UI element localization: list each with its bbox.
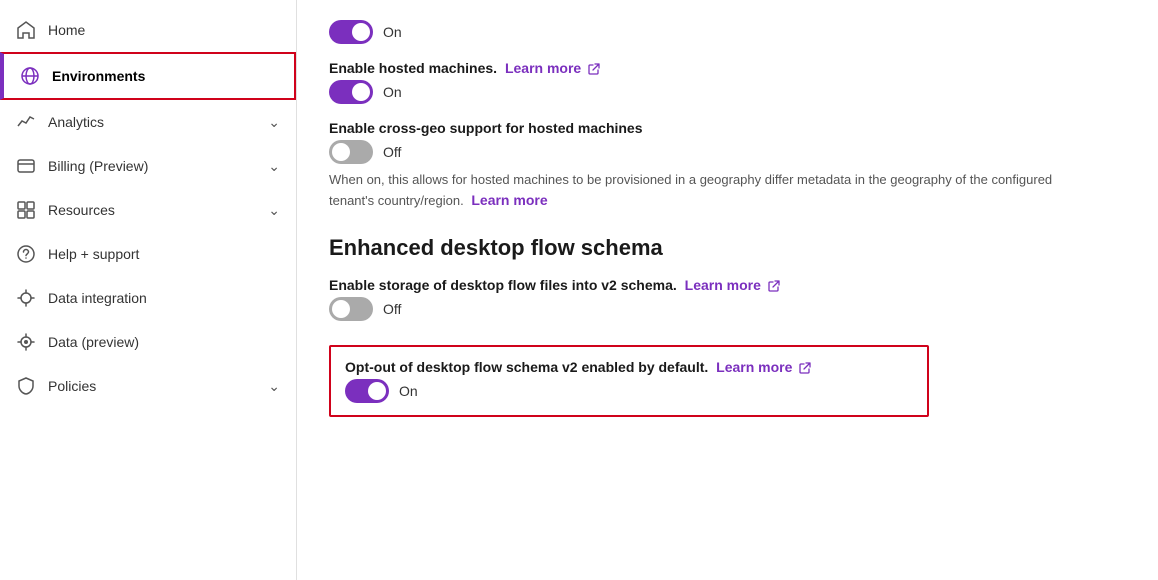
enhanced-schema-section: Enhanced desktop flow schema Enable stor… <box>329 235 1126 418</box>
analytics-chevron-icon: ⌄ <box>268 114 280 131</box>
hosted-machines-toggle-label: On <box>383 84 402 100</box>
billing-chevron-icon: ⌄ <box>268 158 280 175</box>
opt-out-learn-more[interactable]: Learn more <box>716 359 792 375</box>
opt-out-toggle-label: On <box>399 383 418 399</box>
sidebar-item-policies[interactable]: Policies ⌄ <box>0 364 296 408</box>
sidebar-item-environments-label: Environments <box>52 68 278 84</box>
sidebar-item-data-integration[interactable]: Data integration <box>0 276 296 320</box>
sidebar-item-environments[interactable]: Environments <box>0 52 296 100</box>
sidebar-item-analytics[interactable]: Analytics ⌄ <box>0 100 296 144</box>
sidebar: Home Environments Analytics ⌄ Billing <box>0 0 297 580</box>
top-toggle-row: On <box>329 20 1126 44</box>
chart-icon <box>16 112 36 132</box>
storage-setting-label-row: Enable storage of desktop flow files int… <box>329 277 1126 293</box>
cross-geo-learn-more[interactable]: Learn more <box>471 192 547 208</box>
storage-learn-more[interactable]: Learn more <box>685 277 761 293</box>
sidebar-item-billing-label: Billing (Preview) <box>48 158 268 174</box>
data-preview-icon <box>16 332 36 352</box>
hosted-machines-toggle-row: On <box>329 80 1126 104</box>
cross-geo-description: When on, this allows for hosted machines… <box>329 170 1089 211</box>
storage-setting-row: Enable storage of desktop flow files int… <box>329 277 1126 321</box>
storage-setting-label: Enable storage of desktop flow files int… <box>329 277 677 293</box>
billing-icon <box>16 156 36 176</box>
cross-geo-knob <box>332 143 350 161</box>
resources-chevron-icon: ⌄ <box>268 202 280 219</box>
storage-knob <box>332 300 350 318</box>
opt-out-toggle-row: On <box>345 379 913 403</box>
sidebar-item-resources[interactable]: Resources ⌄ <box>0 188 296 232</box>
cross-geo-toggle-label: Off <box>383 144 401 160</box>
cross-geo-toggle-row: Off <box>329 140 1126 164</box>
storage-external-icon <box>768 279 782 293</box>
opt-out-highlighted-section: Opt-out of desktop flow schema v2 enable… <box>329 345 929 417</box>
storage-toggle-row: Off <box>329 297 1126 321</box>
globe-icon <box>20 66 40 86</box>
hosted-machines-learn-more[interactable]: Learn more <box>505 60 581 76</box>
opt-out-toggle[interactable] <box>345 379 389 403</box>
cross-geo-toggle[interactable] <box>329 140 373 164</box>
sidebar-item-policies-label: Policies <box>48 378 268 394</box>
sidebar-item-help-label: Help + support <box>48 246 280 262</box>
cross-geo-label: Enable cross-geo support for hosted mach… <box>329 120 643 136</box>
sidebar-item-help[interactable]: Help + support <box>0 232 296 276</box>
help-icon <box>16 244 36 264</box>
hosted-machines-external-icon <box>588 62 602 76</box>
resources-icon <box>16 200 36 220</box>
sidebar-item-billing[interactable]: Billing (Preview) ⌄ <box>0 144 296 188</box>
opt-out-knob <box>368 382 386 400</box>
cross-geo-label-row: Enable cross-geo support for hosted mach… <box>329 120 1126 136</box>
hosted-machines-label-row: Enable hosted machines. Learn more <box>329 60 1126 76</box>
sidebar-item-resources-label: Resources <box>48 202 268 218</box>
policies-icon <box>16 376 36 396</box>
top-toggle-label: On <box>383 24 402 40</box>
data-integration-icon <box>16 288 36 308</box>
enhanced-schema-title: Enhanced desktop flow schema <box>329 235 1126 261</box>
opt-out-label-row: Opt-out of desktop flow schema v2 enable… <box>345 359 913 375</box>
sidebar-item-home[interactable]: Home <box>0 8 296 52</box>
policies-chevron-icon: ⌄ <box>268 378 280 395</box>
top-toggle[interactable] <box>329 20 373 44</box>
opt-out-label: Opt-out of desktop flow schema v2 enable… <box>345 359 708 375</box>
sidebar-item-data-integration-label: Data integration <box>48 290 280 306</box>
hosted-machines-toggle[interactable] <box>329 80 373 104</box>
sidebar-item-home-label: Home <box>48 22 280 38</box>
main-content: On Enable hosted machines. Learn more On… <box>297 0 1158 580</box>
storage-toggle-label: Off <box>383 301 401 317</box>
home-icon <box>16 20 36 40</box>
top-toggle-knob <box>352 23 370 41</box>
cross-geo-row: Enable cross-geo support for hosted mach… <box>329 120 1126 211</box>
sidebar-item-analytics-label: Analytics <box>48 114 268 130</box>
sidebar-item-data-preview-label: Data (preview) <box>48 334 280 350</box>
hosted-machines-row: Enable hosted machines. Learn more On <box>329 60 1126 104</box>
opt-out-external-icon <box>799 361 813 375</box>
hosted-machines-knob <box>352 83 370 101</box>
storage-toggle[interactable] <box>329 297 373 321</box>
hosted-machines-label: Enable hosted machines. <box>329 60 497 76</box>
sidebar-item-data-preview[interactable]: Data (preview) <box>0 320 296 364</box>
